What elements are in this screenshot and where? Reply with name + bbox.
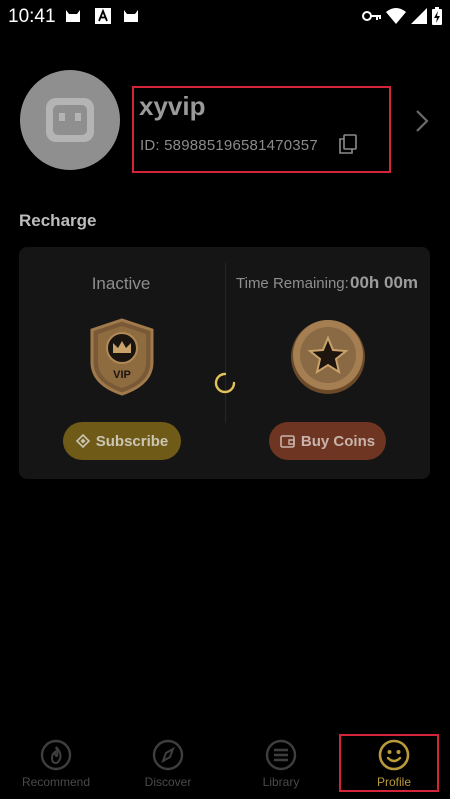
a-badge-icon bbox=[94, 7, 112, 25]
list-icon bbox=[265, 739, 297, 771]
nav-label-discover: Discover bbox=[144, 775, 192, 789]
robot-face-icon bbox=[46, 98, 94, 142]
star-coin-icon bbox=[291, 320, 365, 394]
compass-icon bbox=[152, 739, 184, 771]
diamond-icon bbox=[75, 434, 90, 448]
user-id: ID: 589885196581470357 bbox=[140, 137, 318, 154]
status-bar: 10:41 bbox=[0, 0, 450, 32]
chevron-right-icon[interactable] bbox=[414, 108, 430, 134]
vip-badge-label: VIP bbox=[113, 369, 131, 381]
flame-icon bbox=[40, 739, 72, 771]
key-icon bbox=[362, 7, 382, 25]
vip-badge-icon: VIP bbox=[90, 318, 154, 396]
subscribe-button[interactable]: Subscribe bbox=[63, 422, 181, 460]
nav-item-recommend[interactable]: Recommend bbox=[0, 730, 112, 799]
time-remaining-value: 00h 00m bbox=[350, 273, 419, 292]
avatar[interactable] bbox=[20, 70, 120, 170]
highlight-box-profile-tab bbox=[339, 734, 439, 792]
buy-coins-label: Buy Coins bbox=[300, 432, 376, 450]
wifi-icon bbox=[386, 7, 406, 25]
loading-spinner-icon bbox=[214, 372, 236, 394]
subscribe-label: Subscribe bbox=[95, 432, 169, 450]
time-remaining-label: Time Remaining: bbox=[236, 275, 349, 292]
nav-label-recommend: Recommend bbox=[21, 775, 91, 789]
buy-coins-button[interactable]: Buy Coins bbox=[269, 422, 386, 460]
nav-item-library[interactable]: Library bbox=[225, 730, 337, 799]
status-time: 10:41 bbox=[8, 6, 56, 27]
cat-icon bbox=[122, 7, 140, 25]
wallet-icon bbox=[280, 435, 295, 448]
vip-status: Inactive bbox=[91, 274, 151, 293]
battery-charging-icon bbox=[432, 7, 442, 25]
cat-icon bbox=[64, 7, 82, 25]
nav-item-discover[interactable]: Discover bbox=[112, 730, 224, 799]
signal-icon bbox=[410, 7, 428, 25]
copy-icon[interactable] bbox=[339, 134, 357, 154]
username: xyvip bbox=[139, 91, 206, 121]
recharge-section-title: Recharge bbox=[19, 211, 97, 230]
nav-label-library: Library bbox=[262, 775, 300, 789]
